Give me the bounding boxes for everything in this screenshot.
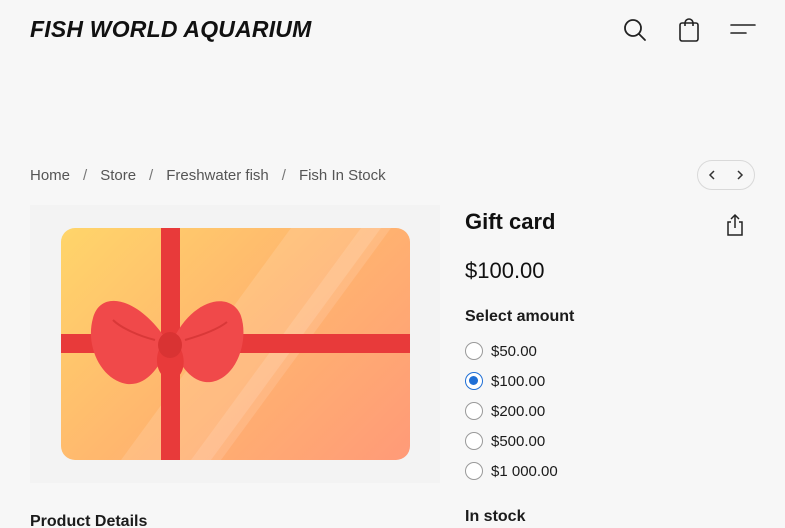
breadcrumb: Home / Store / Freshwater fish / Fish In… [30,164,386,186]
radio-button[interactable] [465,462,483,480]
breadcrumb-separator: / [149,166,154,184]
chevron-left-icon[interactable] [702,165,722,185]
stock-status: In stock [465,508,526,525]
amount-option-label: $500.00 [491,432,546,450]
amount-option-1000[interactable]: $1 000.00 [465,456,558,486]
amount-option-200[interactable]: $200.00 [465,396,558,426]
product-pager [697,160,755,190]
breadcrumb-freshwater-fish[interactable]: Freshwater fish [166,167,269,184]
amount-option-50[interactable]: $50.00 [465,336,558,366]
amount-option-500[interactable]: $500.00 [465,426,558,456]
shopping-bag-icon[interactable] [674,15,704,45]
site-header: FISH WORLD AQUARIUM [0,0,785,60]
amount-options: $50.00 $100.00 $200.00 $500.00 $1 000.00 [465,336,558,486]
menu-icon[interactable] [728,15,758,45]
radio-button[interactable] [465,342,483,360]
search-icon[interactable] [620,15,650,45]
amount-option-label: $50.00 [491,342,537,360]
breadcrumb-separator: / [281,166,286,184]
product-details-heading[interactable]: Product Details [30,513,147,528]
select-amount-label: Select amount [465,308,575,325]
amount-option-label: $200.00 [491,402,546,420]
breadcrumb-fish-in-stock[interactable]: Fish In Stock [299,167,386,184]
product-image-panel[interactable] [30,205,440,483]
breadcrumb-store[interactable]: Store [100,167,136,184]
share-icon[interactable] [722,212,748,238]
chevron-right-icon[interactable] [730,165,750,185]
radio-button[interactable] [465,402,483,420]
amount-option-label: $100.00 [491,372,546,390]
radio-button-selected[interactable] [465,372,483,390]
gift-card-image [61,228,410,460]
amount-option-100[interactable]: $100.00 [465,366,558,396]
radio-button[interactable] [465,432,483,450]
product-title: Gift card [465,209,556,234]
breadcrumb-home[interactable]: Home [30,167,70,184]
site-logo[interactable]: FISH WORLD AQUARIUM [30,16,311,43]
breadcrumb-separator: / [83,166,88,184]
product-price: $100.00 [465,258,545,283]
amount-option-label: $1 000.00 [491,462,558,480]
